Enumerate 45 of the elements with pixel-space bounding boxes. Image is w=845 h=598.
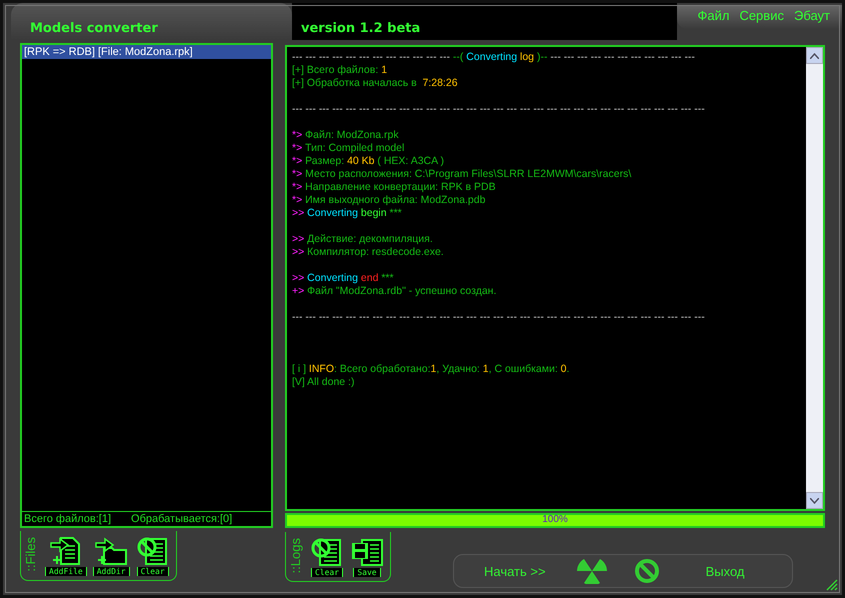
log-line: [+] Обработка началась в 7:28:26 xyxy=(292,77,459,90)
no-sign-document-icon xyxy=(136,536,170,566)
log-line: *> Место расположения: C:\Program Files\SLRR LE2MWM\cars\racers\ xyxy=(292,168,632,181)
tool-button[interactable]: AddFile xyxy=(45,536,87,576)
exit-button[interactable]: Выход xyxy=(702,562,748,580)
no-sign-document-icon xyxy=(310,537,344,567)
log-line: *> Файл: ModZona.rpk xyxy=(292,129,400,142)
log-line: >> Converting begin *** xyxy=(292,207,403,220)
log-line: --- --- --- --- --- --- --- --- --- --- --- --- --( Converting log )-- --- --- --- --- --- --- --- --- --- --- --- xyxy=(292,51,696,64)
floppy-document-icon xyxy=(350,537,384,567)
toolbar-label: ::Logs xyxy=(288,538,304,574)
status-text: Обрабатывается:[0] xyxy=(131,513,232,525)
log-line: >> Действие: декомпиляция. xyxy=(292,233,434,246)
log-line: >> Компилятор: resdecode.exe. xyxy=(292,246,445,259)
log-line: [V] All done :) xyxy=(292,376,356,389)
log-line: [ i ] INFO: Всего обработано:1, Удачно: 1, С ошибками: 0. xyxy=(292,363,570,376)
start-button[interactable]: Начать >> xyxy=(480,562,550,580)
scrollbar[interactable] xyxy=(806,47,823,509)
log-line: *> Тип: Compiled model xyxy=(292,142,406,155)
no-sign-icon xyxy=(634,558,660,584)
scroll-down-icon[interactable] xyxy=(806,492,823,509)
document-arrow-plus-icon xyxy=(48,536,83,566)
log-line: *> Размер: 40 Kb ( HEX: A3CA ) xyxy=(292,155,445,168)
status-text: Всего файлов:[1] xyxy=(24,513,112,525)
version-label: version 1.2 beta xyxy=(292,3,678,40)
resize-grip-icon[interactable] xyxy=(826,579,838,591)
log-line: --- --- --- --- --- --- --- --- --- --- --- --- --- --- --- --- --- --- --- --- --- --- --- --- --- --- --- --- --- --- --- xyxy=(292,103,706,116)
log-line: +> Файл "ModZona.rdb" - успешно создан. xyxy=(292,285,498,298)
progress-reading: 100% xyxy=(541,514,569,525)
tool-button[interactable]: Clear xyxy=(136,536,170,576)
log-line: >> Converting end *** xyxy=(292,272,395,285)
menu-item[interactable]: Сервис xyxy=(739,8,784,23)
log-line: *> Имя выходного файла: ModZona.pdb xyxy=(292,194,486,207)
toolbar-label: ::Files xyxy=(23,537,39,572)
file-list-item[interactable]: [RPK => RDB] [File: ModZona.rpk] xyxy=(22,45,271,59)
menu-item[interactable]: Файл xyxy=(697,8,730,23)
log-line: [+] Всего файлов: 1 xyxy=(292,64,388,77)
scroll-up-icon[interactable] xyxy=(806,47,823,64)
tool-button[interactable]: Save xyxy=(350,537,384,577)
tool-button[interactable]: Clear xyxy=(310,537,344,577)
menu-item[interactable]: Эбаут xyxy=(794,8,830,23)
log-line: *> Направление конвертации: RPK в PDB xyxy=(292,181,497,194)
folder-arrow-plus-icon xyxy=(94,536,128,566)
tool-button[interactable]: AddDir xyxy=(92,536,130,576)
log-line: --- --- --- --- --- --- --- --- --- --- --- --- --- --- --- --- --- --- --- --- --- --- --- --- --- --- --- --- --- --- --- xyxy=(292,311,706,324)
